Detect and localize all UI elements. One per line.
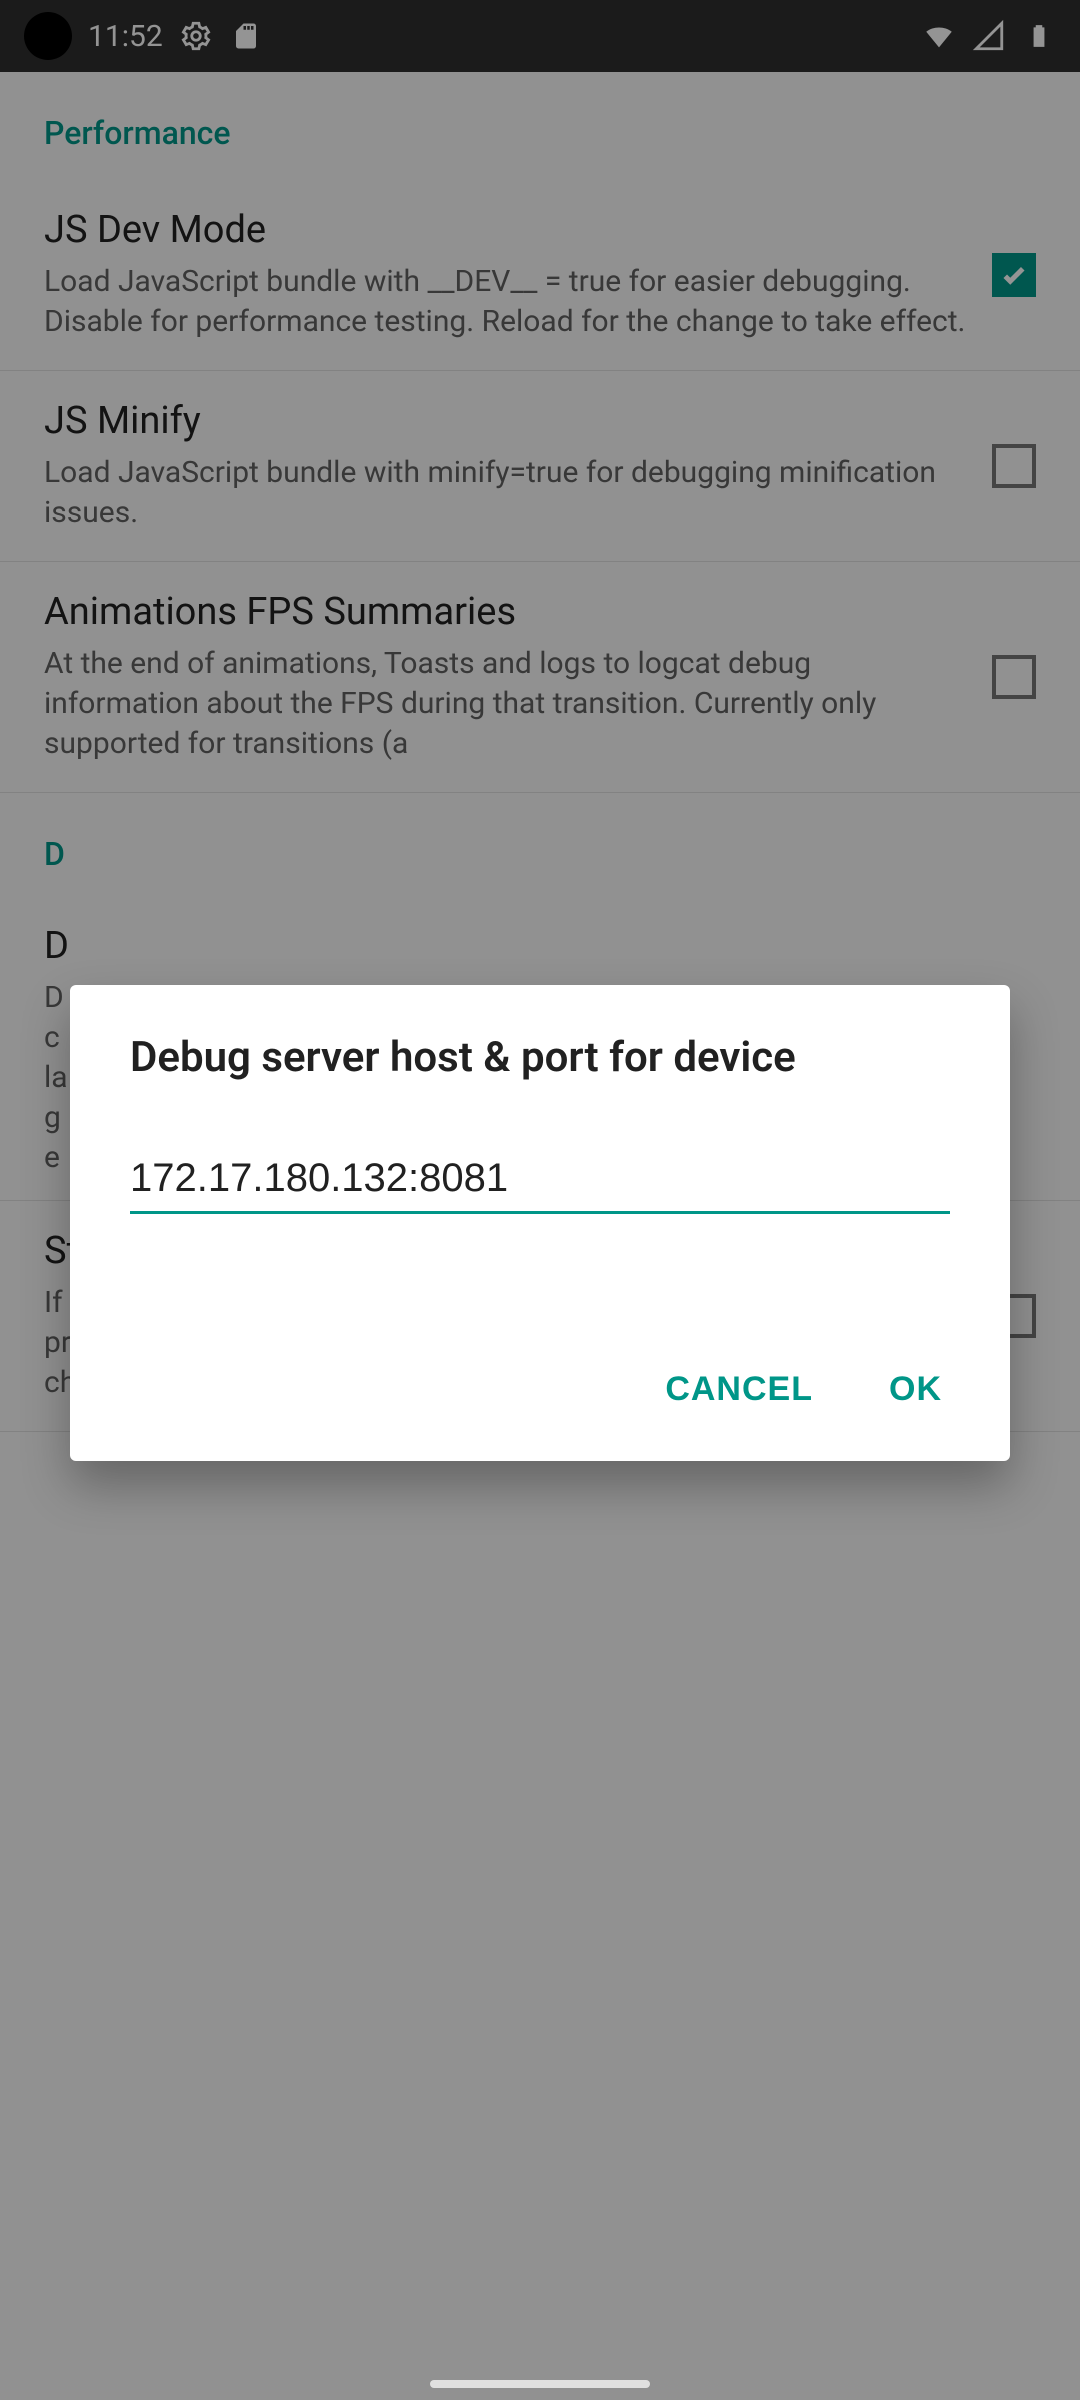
debug-server-dialog: Debug server host & port for device CANC… — [70, 985, 1010, 1461]
ok-button[interactable]: OK — [881, 1354, 950, 1425]
host-port-input[interactable] — [130, 1152, 950, 1214]
nav-handle[interactable] — [430, 2380, 650, 2388]
dialog-title: Debug server host & port for device — [130, 1033, 950, 1082]
cancel-button[interactable]: CANCEL — [657, 1354, 821, 1425]
dialog-actions: CANCEL OK — [130, 1354, 950, 1425]
